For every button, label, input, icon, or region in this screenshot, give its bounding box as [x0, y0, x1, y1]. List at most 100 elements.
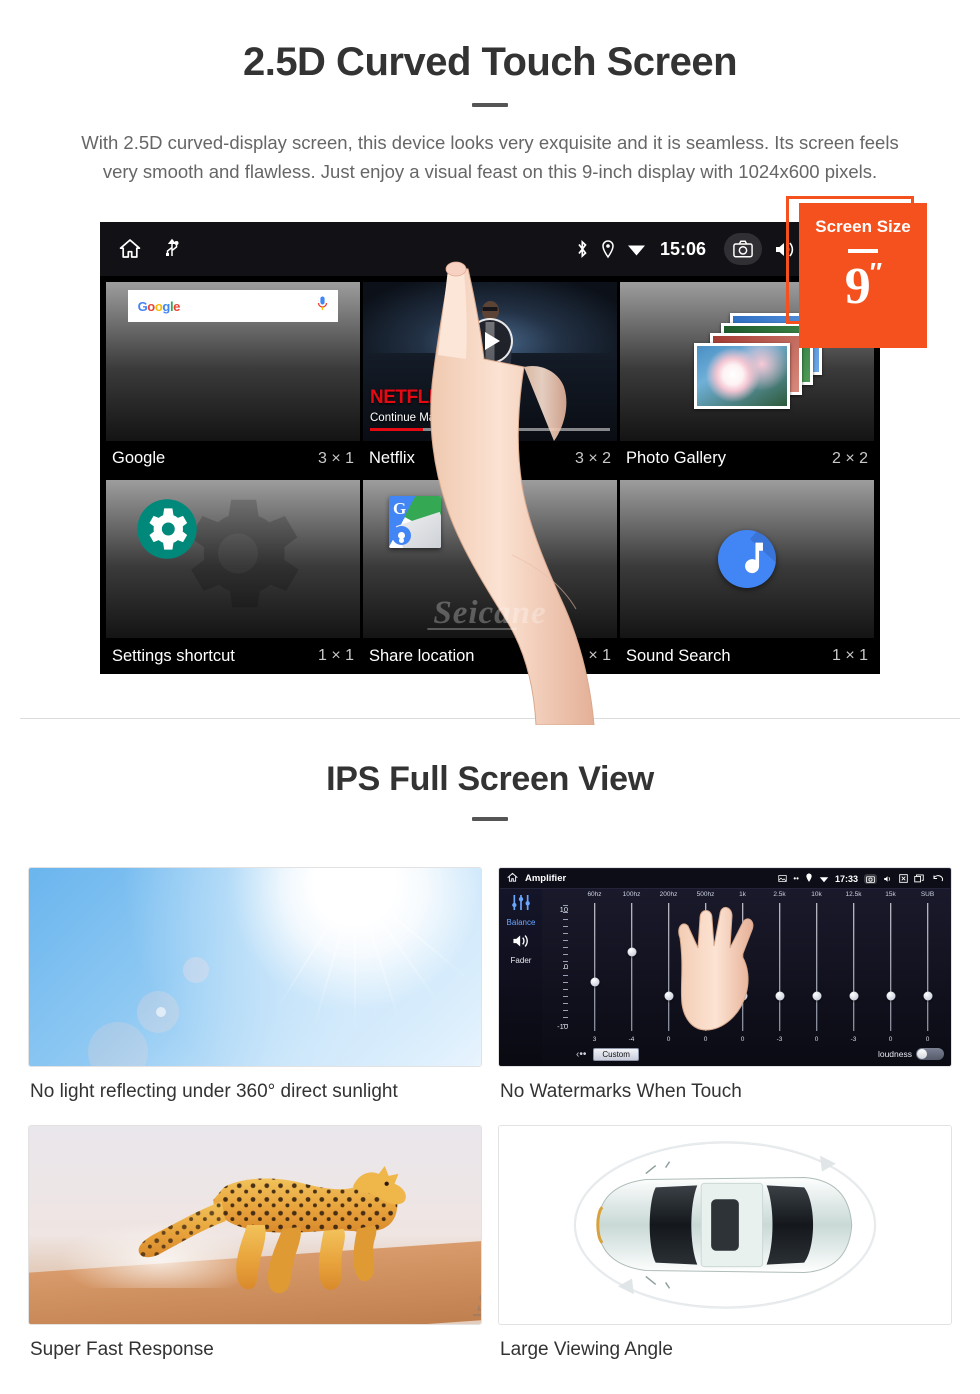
card-caption: No light reflecting under 360° direct su… [30, 1081, 398, 1102]
sidebar-item-balance[interactable]: Balance [507, 918, 536, 927]
band-value: 3 [592, 1036, 597, 1043]
card-caption: Large Viewing Angle [500, 1339, 673, 1360]
gear-icon [136, 498, 198, 565]
seicane-watermark: Seicane [427, 595, 547, 631]
widget-settings-shortcut[interactable]: Settings shortcut 1 × 1 [106, 479, 360, 674]
car-top-view-image [498, 1125, 952, 1325]
home-icon[interactable] [118, 237, 142, 261]
widget-netflix[interactable]: NETFLIX Continue Marvel's Daredevil Netf… [363, 282, 617, 477]
camera-icon[interactable] [724, 233, 762, 265]
widget-share-location[interactable]: G Share location 1 × 1 [363, 479, 617, 674]
open-hand-illustration [677, 906, 754, 1031]
amplifier-time: 17:33 [834, 873, 858, 884]
lens-flare [155, 1006, 166, 1017]
sliders-icon[interactable] [511, 894, 531, 916]
section2-title: IPS Full Screen View [326, 760, 654, 798]
widget-label-row: Settings shortcut 1 × 1 [106, 638, 360, 674]
wifi-icon [627, 241, 646, 257]
play-button[interactable] [467, 317, 513, 364]
band-slider[interactable] [835, 903, 872, 1031]
close-icon[interactable] [899, 870, 908, 888]
band-label: 2.5k [773, 891, 786, 898]
widget-name: Sound Search [626, 646, 731, 665]
widget-size: 3 × 2 [574, 449, 611, 467]
card-caption: No Watermarks When Touch [500, 1081, 742, 1102]
sunlight-sky-image [28, 867, 482, 1067]
widget-name: Share location [369, 646, 475, 665]
band-slider[interactable] [576, 903, 613, 1031]
status-time: 15:06 [659, 238, 706, 259]
page-title: 2.5D Curved Touch Screen [242, 40, 738, 84]
band-value: 0 [888, 1036, 893, 1043]
band-label: 500hz [696, 891, 715, 898]
section2-title-divider [472, 817, 508, 821]
loudness-toggle[interactable] [916, 1048, 944, 1060]
band-label: 60hz [587, 891, 602, 898]
widget-size: 1 × 1 [574, 647, 611, 664]
band-label: 12.5k [845, 891, 862, 898]
maps-logo-letter: G [393, 498, 407, 518]
home-icon[interactable] [506, 870, 519, 888]
loudness-label: loudness [877, 1049, 912, 1059]
wifi-icon [819, 870, 829, 888]
widget-name: Netflix [369, 449, 415, 467]
band-slider[interactable] [613, 903, 650, 1031]
google-maps-icon: G [389, 495, 441, 548]
camera-icon[interactable] [864, 873, 877, 884]
widget-preview [106, 479, 360, 638]
cheetah-silhouette [138, 1166, 406, 1294]
back-arrow-icon[interactable]: ‹•• [576, 1049, 586, 1060]
volume-icon[interactable] [883, 870, 893, 888]
seicane-watermark: Seicane [473, 1287, 481, 1318]
band-label: 1k [739, 891, 746, 898]
running-cheetah-image: Seicane [28, 1125, 482, 1325]
band-slider[interactable] [798, 903, 835, 1031]
photo-frame-front [694, 343, 790, 410]
curved-screen-section: 2.5D Curved Touch Screen With 2.5D curve… [0, 0, 980, 725]
amplifier-screenshot-image: Amplifier •• 17:33 Balance Fader 60hz 10… [498, 867, 952, 1067]
widget-preview [620, 479, 874, 638]
sidebar-item-fader[interactable]: Fader [511, 956, 532, 965]
microphone-icon[interactable] [317, 296, 328, 316]
ips-view-section: IPS Full Screen View No light reflecting… [0, 722, 980, 1394]
widget-google[interactable]: Google Google 3 × 1 [106, 282, 360, 477]
band-labels: 60hz 100hz 200hz 500hz 1k 2.5k 10k 12.5k… [576, 891, 946, 898]
band-slider[interactable] [872, 903, 909, 1031]
badge-unit: ″ [869, 257, 883, 287]
band-label: 10k [811, 891, 822, 898]
band-value: -4 [628, 1036, 635, 1043]
amplifier-status-bar: Amplifier •• 17:33 [500, 869, 950, 889]
more-icon: •• [793, 874, 799, 883]
device-screenshot: 15:06 Google Google 3 × 1 NETFLIX Contin… [100, 222, 880, 674]
widget-sound-search[interactable]: Sound Search 1 × 1 [620, 479, 874, 674]
google-logo: Google [137, 298, 181, 314]
badge-value: 9″ [844, 257, 883, 315]
widget-size: 1 × 1 [831, 647, 868, 664]
gain-scale: 10 0 -10 [548, 905, 574, 1031]
band-slider[interactable] [909, 903, 946, 1031]
sunglasses-icon [482, 307, 498, 312]
widget-label-row: Google 3 × 1 [106, 440, 360, 477]
widget-size: 1 × 1 [317, 647, 354, 664]
widget-label-row: Sound Search 1 × 1 [620, 638, 874, 674]
card-caption: Super Fast Response [30, 1339, 214, 1360]
speaker-icon[interactable] [511, 933, 531, 954]
band-values: 3 -4 0 0 0 -3 0 -3 0 0 [576, 1036, 946, 1043]
back-arrow-icon[interactable] [930, 870, 944, 888]
band-label: SUB [920, 891, 935, 898]
feature-card: Seicane Super Fast Response [20, 1125, 490, 1371]
google-search-bar[interactable]: Google [127, 290, 339, 322]
feature-card: Large Viewing Angle [490, 1125, 960, 1371]
badge-divider [848, 249, 878, 253]
badge-title: Screen Size [815, 217, 911, 236]
amplifier-sidebar: Balance Fader [500, 889, 542, 1065]
title-divider [472, 103, 508, 107]
amplifier-title: Amplifier [525, 873, 567, 884]
band-value: 0 [703, 1036, 708, 1043]
widget-size: 3 × 1 [317, 449, 354, 467]
usb-icon [164, 238, 180, 260]
bluetooth-icon [576, 239, 589, 259]
preset-button[interactable]: Custom [593, 1047, 639, 1061]
recents-icon[interactable] [914, 870, 924, 888]
band-value: 0 [666, 1036, 671, 1043]
